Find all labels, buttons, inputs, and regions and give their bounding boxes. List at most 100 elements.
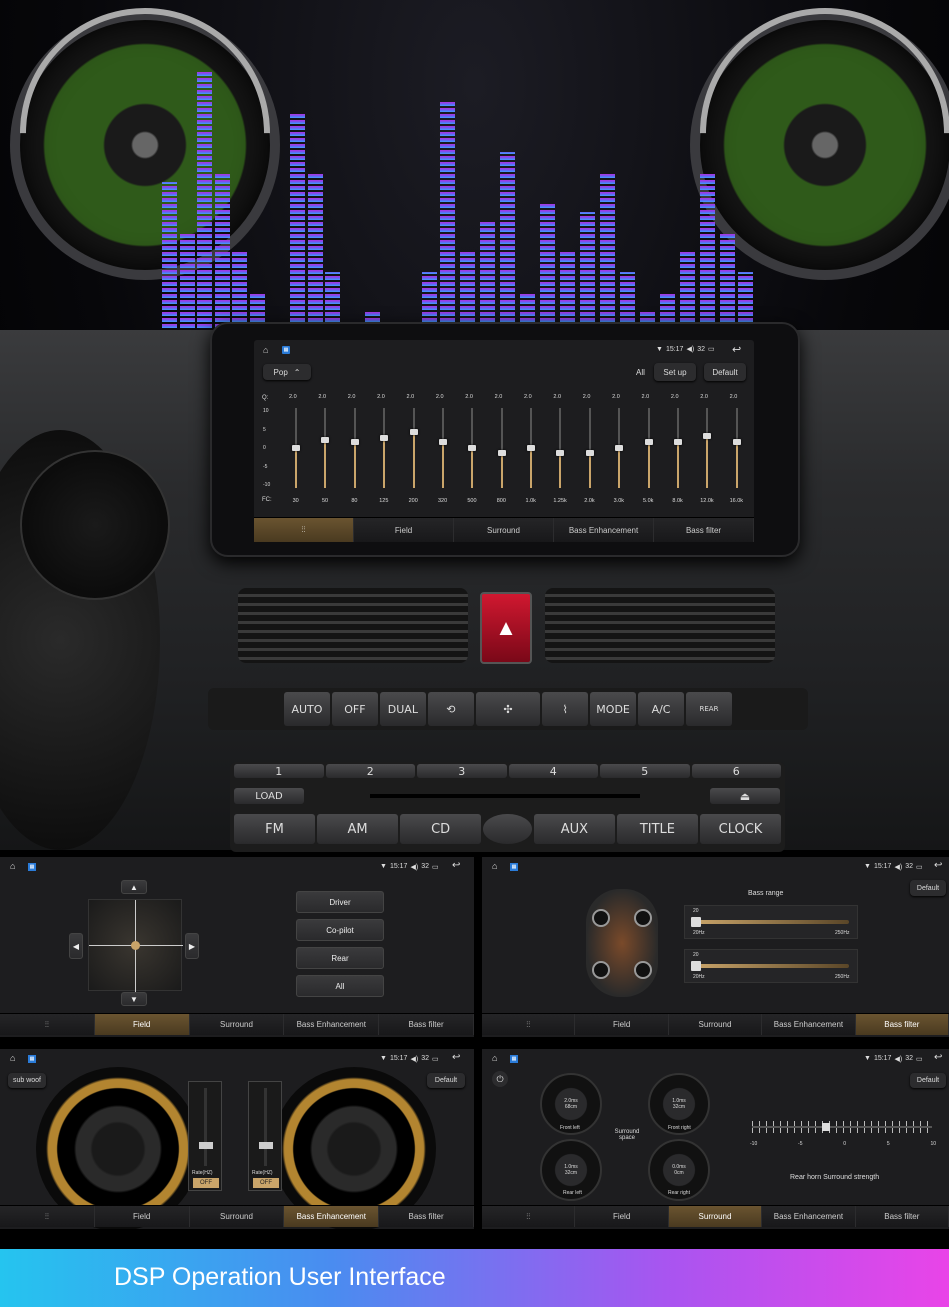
- rear-button[interactable]: Rear: [296, 947, 384, 969]
- tab-bass-enhancement[interactable]: Bass Enhancement: [762, 1206, 856, 1227]
- preset-1-button[interactable]: 1: [234, 764, 324, 778]
- back-icon[interactable]: ↩: [452, 860, 460, 871]
- window-icon[interactable]: ▭: [432, 1055, 439, 1063]
- band-slider-knob[interactable]: [644, 438, 653, 445]
- home-icon[interactable]: ⌂: [263, 345, 268, 355]
- window-icon[interactable]: ▭: [916, 863, 923, 871]
- band-slider[interactable]: [321, 408, 330, 488]
- tab-field[interactable]: Field: [575, 1014, 669, 1035]
- band-slider-knob[interactable]: [703, 433, 712, 439]
- all-button[interactable]: All: [296, 975, 384, 997]
- preset-4-button[interactable]: 4: [508, 764, 598, 778]
- default-button[interactable]: Default: [910, 880, 946, 896]
- band-slider[interactable]: [438, 408, 447, 488]
- tab-surround[interactable]: Surround: [189, 1206, 285, 1227]
- window-icon[interactable]: ▭: [708, 345, 715, 353]
- rate-fader-right[interactable]: Rate(HZ) OFF: [248, 1081, 282, 1191]
- band-slider-knob[interactable]: [292, 445, 300, 451]
- off-toggle[interactable]: OFF: [193, 1178, 219, 1188]
- band-slider[interactable]: [380, 408, 389, 488]
- band-slider[interactable]: [644, 408, 653, 488]
- band-slider-knob[interactable]: [673, 438, 682, 445]
- strength-track[interactable]: [752, 1126, 932, 1128]
- off-toggle[interactable]: OFF: [253, 1178, 279, 1188]
- band-slider-knob[interactable]: [350, 438, 359, 445]
- tab-equalizer[interactable]: ⫶⫶: [254, 518, 354, 542]
- copilot-button[interactable]: Co-pilot: [296, 919, 384, 941]
- arrow-left-icon[interactable]: ◀: [69, 933, 83, 959]
- tab-bass-enhancement[interactable]: Bass Enhancement: [762, 1014, 856, 1035]
- recirculate-icon[interactable]: ⟲: [427, 692, 474, 726]
- hazard-button[interactable]: ▲: [480, 592, 532, 664]
- bass-range-slider-1[interactable]: 20 20Hz 250Hz: [684, 905, 858, 939]
- band-slider-knob[interactable]: [380, 435, 389, 442]
- band-slider[interactable]: [673, 408, 682, 488]
- field-focus-point[interactable]: [131, 941, 140, 950]
- band-slider-knob[interactable]: [615, 445, 624, 451]
- preset-2-button[interactable]: 2: [325, 764, 415, 778]
- subwoof-button[interactable]: sub woof: [8, 1073, 46, 1088]
- home-icon[interactable]: ⌂: [492, 1053, 497, 1063]
- app-icon[interactable]: ▦: [282, 346, 290, 354]
- window-icon[interactable]: ▭: [916, 1055, 923, 1063]
- band-slider[interactable]: [292, 408, 300, 488]
- band-slider-knob[interactable]: [527, 445, 535, 451]
- tab-surround[interactable]: Surround: [668, 1014, 763, 1035]
- back-icon[interactable]: ↩: [934, 860, 942, 871]
- band-slider-knob[interactable]: [497, 449, 506, 456]
- band-slider[interactable]: [585, 408, 594, 488]
- band-slider[interactable]: [703, 408, 712, 488]
- am-button[interactable]: AM: [317, 814, 399, 844]
- band-slider-knob[interactable]: [438, 438, 447, 445]
- back-icon[interactable]: ↩: [452, 1052, 460, 1063]
- air-vent-right[interactable]: [545, 588, 775, 663]
- tab-bass-filter[interactable]: Bass filter: [654, 518, 754, 542]
- tab-bass-filter[interactable]: Bass filter: [855, 1206, 949, 1227]
- climate-dual-button[interactable]: DUAL: [379, 692, 426, 726]
- strength-knob[interactable]: [822, 1123, 830, 1131]
- band-slider[interactable]: [556, 408, 565, 488]
- power-icon[interactable]: ⏻: [492, 1071, 508, 1087]
- arrow-up-icon[interactable]: ▲: [121, 880, 147, 894]
- driver-button[interactable]: Driver: [296, 891, 384, 913]
- bass-range-slider-2[interactable]: 20 20Hz 250Hz: [684, 949, 858, 983]
- default-button[interactable]: Default: [910, 1073, 946, 1088]
- home-icon[interactable]: ⌂: [492, 861, 497, 871]
- band-slider[interactable]: [468, 408, 477, 488]
- tab-bass-filter[interactable]: Bass filter: [379, 1014, 474, 1035]
- band-slider[interactable]: [615, 408, 624, 488]
- band-slider[interactable]: [527, 408, 535, 488]
- app-icon[interactable]: ▦: [28, 1055, 36, 1063]
- preset-dropdown[interactable]: Pop ⌃: [263, 364, 311, 380]
- slider-track[interactable]: [693, 920, 849, 924]
- fan-icon[interactable]: ✣: [475, 692, 541, 726]
- climate-auto-button[interactable]: AUTO: [284, 692, 330, 726]
- band-slider-knob[interactable]: [321, 437, 330, 443]
- tab-surround[interactable]: Surround: [189, 1014, 285, 1035]
- load-button[interactable]: LOAD: [234, 788, 304, 804]
- tab-equalizer[interactable]: ⫶⫶: [482, 1206, 576, 1227]
- fader-knob[interactable]: [199, 1142, 213, 1149]
- default-button[interactable]: Default: [704, 363, 746, 381]
- app-icon[interactable]: ▦: [28, 863, 36, 871]
- band-slider-knob[interactable]: [732, 438, 741, 445]
- arrow-right-icon[interactable]: ▶: [185, 933, 199, 959]
- fm-button[interactable]: FM: [234, 814, 316, 844]
- volume-knob[interactable]: [483, 814, 532, 844]
- climate-rear-button[interactable]: REAR: [686, 692, 732, 726]
- tab-equalizer[interactable]: ⫶⫶: [482, 1014, 576, 1035]
- band-slider-knob[interactable]: [585, 449, 594, 456]
- band-slider-knob[interactable]: [468, 445, 477, 451]
- tab-field[interactable]: Field: [575, 1206, 669, 1227]
- tab-surround[interactable]: Surround: [668, 1206, 763, 1227]
- band-slider-knob[interactable]: [409, 429, 418, 435]
- tab-bass-enhancement[interactable]: Bass Enhancement: [284, 1206, 380, 1227]
- arrow-down-icon[interactable]: ▼: [121, 992, 147, 1006]
- back-icon[interactable]: ↩: [934, 1052, 942, 1063]
- defrost-icon[interactable]: ⌇: [542, 692, 589, 726]
- fader-knob[interactable]: [259, 1142, 273, 1149]
- home-icon[interactable]: ⌂: [10, 861, 15, 871]
- cabin-field-map[interactable]: [88, 899, 183, 992]
- band-slider[interactable]: [497, 408, 506, 488]
- band-slider[interactable]: [409, 408, 418, 488]
